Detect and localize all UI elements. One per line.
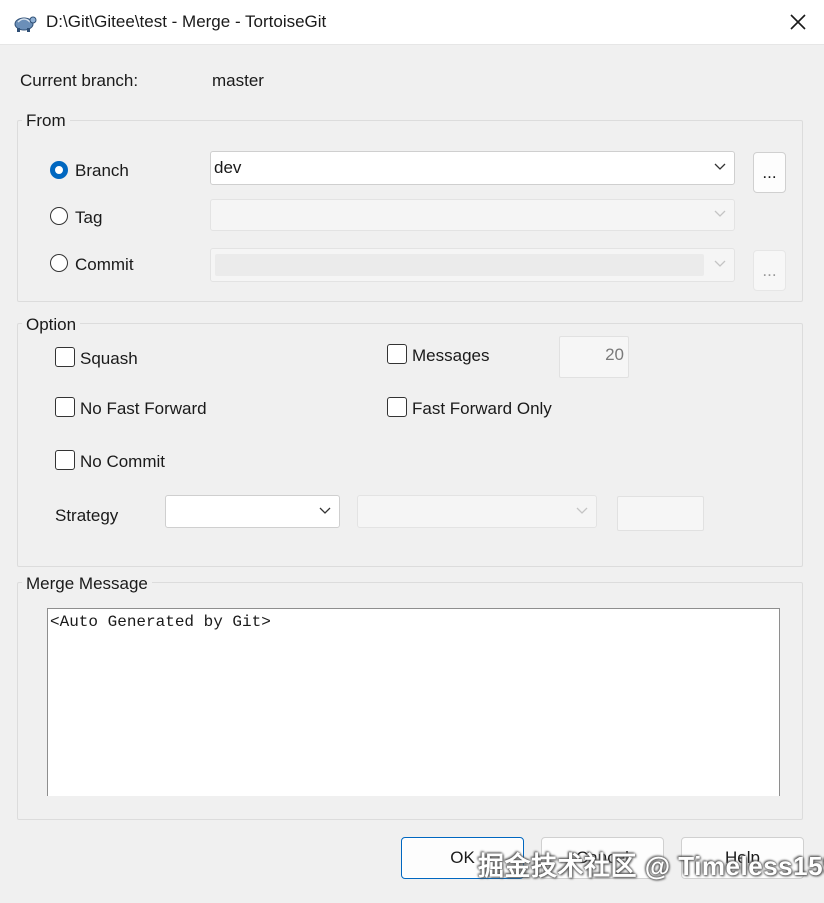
current-branch-label: Current branch:: [20, 71, 139, 90]
close-button[interactable]: [776, 4, 820, 40]
no-fast-forward-checkbox[interactable]: [55, 397, 75, 417]
commit-combo[interactable]: [210, 248, 735, 282]
squash-checkbox[interactable]: [55, 347, 75, 367]
commit-browse-button[interactable]: ...: [753, 250, 786, 291]
branch-radio-label[interactable]: Branch: [75, 161, 129, 181]
commit-combo-field: [215, 254, 704, 276]
messages-count-field[interactable]: 20: [559, 336, 629, 378]
chevron-down-icon: [714, 260, 726, 267]
messages-checkbox[interactable]: [387, 344, 407, 364]
merge-message-group-label: Merge Message: [22, 574, 152, 594]
commit-radio-label[interactable]: Commit: [75, 255, 134, 275]
tag-radio-label[interactable]: Tag: [75, 208, 102, 228]
from-group-label: From: [22, 111, 70, 131]
merge-message-textarea[interactable]: <Auto Generated by Git>: [47, 608, 780, 796]
tag-radio[interactable]: [50, 207, 68, 225]
tortoisegit-turtle-icon: [12, 10, 38, 34]
strategy-param-field[interactable]: [617, 496, 704, 531]
close-icon: [790, 14, 806, 30]
messages-label[interactable]: Messages: [412, 346, 489, 366]
commit-radio[interactable]: [50, 254, 68, 272]
window-title: D:\Git\Gitee\test - Merge - TortoiseGit: [46, 12, 327, 31]
chevron-down-icon: [576, 507, 588, 514]
branch-combo-value: dev: [214, 158, 242, 177]
strategy-label: Strategy: [55, 506, 119, 525]
fast-forward-only-checkbox[interactable]: [387, 397, 407, 417]
chevron-down-icon: [319, 507, 331, 514]
tag-combo[interactable]: [210, 199, 735, 231]
chevron-down-icon: [714, 210, 726, 217]
strategy-option-combo[interactable]: [357, 495, 597, 528]
branch-combo[interactable]: dev: [210, 151, 735, 185]
chevron-down-icon: [714, 163, 726, 170]
watermark-text: 掘金技术社区 @ Timeless159: [478, 851, 824, 881]
squash-label[interactable]: Squash: [80, 349, 138, 369]
branch-browse-button[interactable]: ...: [753, 152, 786, 193]
strategy-combo[interactable]: [165, 495, 340, 528]
option-group-label: Option: [22, 315, 81, 335]
no-fast-forward-label[interactable]: No Fast Forward: [80, 399, 207, 419]
no-commit-checkbox[interactable]: [55, 450, 75, 470]
no-commit-label[interactable]: No Commit: [80, 452, 165, 472]
branch-radio[interactable]: [50, 161, 68, 179]
current-branch-value: master: [212, 71, 264, 90]
fast-forward-only-label[interactable]: Fast Forward Only: [412, 399, 552, 419]
